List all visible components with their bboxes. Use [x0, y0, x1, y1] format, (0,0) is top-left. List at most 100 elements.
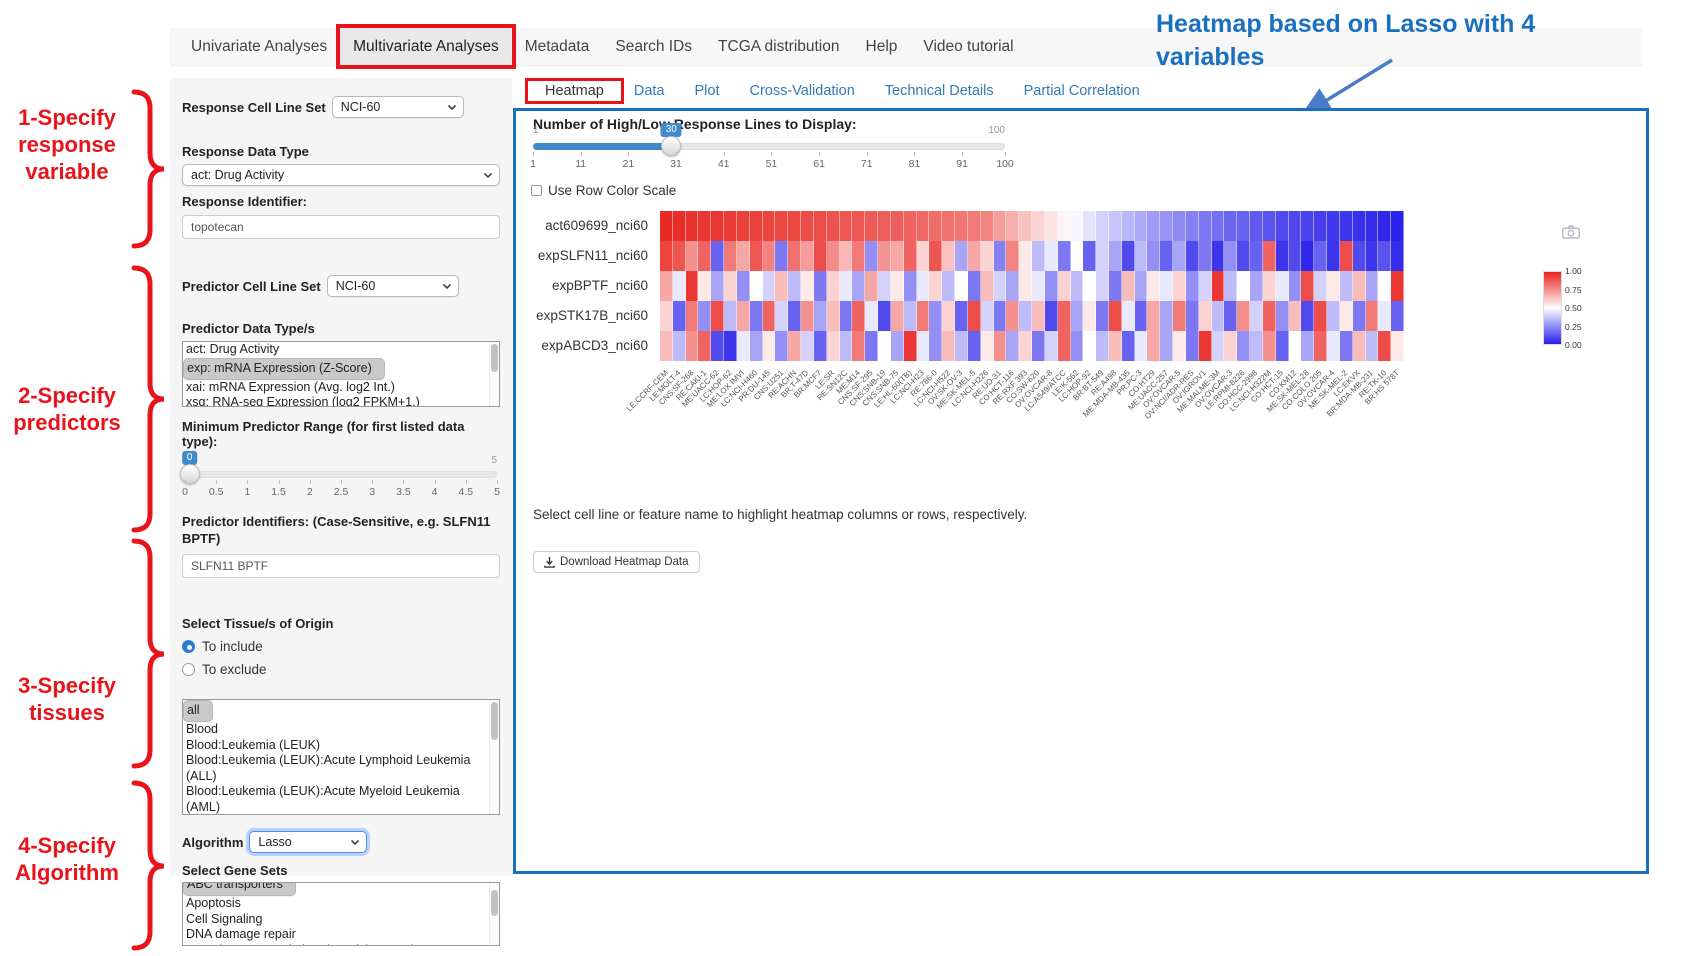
heatmap-cell[interactable] [929, 211, 942, 241]
heatmap-cell[interactable] [1314, 301, 1327, 331]
heatmap-cell[interactable] [1160, 301, 1173, 331]
heatmap-cell[interactable] [1340, 331, 1353, 361]
heatmap-cell[interactable] [763, 301, 776, 331]
heatmap-cell[interactable] [1147, 301, 1160, 331]
heatmap-cell[interactable] [724, 271, 737, 301]
heatmap-cell[interactable] [981, 211, 994, 241]
heatmap-cell[interactable] [878, 241, 891, 271]
heatmap-cell[interactable] [1340, 241, 1353, 271]
heatmap-cell[interactable] [814, 211, 827, 241]
heatmap-cell[interactable] [1327, 211, 1340, 241]
heatmap-cell[interactable] [1045, 331, 1058, 361]
heatmap-cell[interactable] [1327, 301, 1340, 331]
heatmap-cell[interactable] [1199, 331, 1212, 361]
heatmap-cell[interactable] [1186, 301, 1199, 331]
heatmap-cell[interactable] [1327, 241, 1340, 271]
algorithm-select[interactable]: Lasso [249, 831, 367, 853]
heatmap-cell[interactable] [865, 211, 878, 241]
heatmap-cell[interactable] [1391, 211, 1404, 241]
heatmap-cell[interactable] [1032, 271, 1045, 301]
heatmap-cell[interactable] [1147, 271, 1160, 301]
heatmap-cell[interactable] [1045, 241, 1058, 271]
heatmap-cell[interactable] [1135, 271, 1148, 301]
heatmap-cell[interactable] [801, 211, 814, 241]
heatmap-cell[interactable] [1276, 211, 1289, 241]
tissue-include-radio[interactable]: To include [182, 639, 500, 654]
heatmap-cell[interactable] [955, 331, 968, 361]
heatmap-cell[interactable] [1199, 271, 1212, 301]
heatmap-cell[interactable] [814, 241, 827, 271]
heatmap-cell[interactable] [1058, 241, 1071, 271]
heatmap-cell[interactable] [1391, 271, 1404, 301]
heatmap-cell[interactable] [840, 211, 853, 241]
heatmap-cell[interactable] [852, 271, 865, 301]
heatmap-cell[interactable] [1058, 331, 1071, 361]
heatmap-cell[interactable] [929, 271, 942, 301]
heatmap-cell[interactable] [1122, 211, 1135, 241]
heatmap-cell[interactable] [1366, 301, 1379, 331]
heatmap-row-label-expstk17b-nci60[interactable]: expSTK17B_nci60 [516, 301, 654, 331]
heatmap-cell[interactable] [1301, 211, 1314, 241]
response-cell-line-set-select[interactable]: NCI-60 [332, 96, 464, 118]
heatmap-cell[interactable] [1083, 301, 1096, 331]
heatmap-cell[interactable] [1006, 271, 1019, 301]
subtab-heatmap[interactable]: Heatmap [530, 83, 619, 99]
heatmap-cell[interactable] [1096, 271, 1109, 301]
heatmap-cell[interactable] [929, 241, 942, 271]
heatmap-cell[interactable] [775, 211, 788, 241]
heatmap-cell[interactable] [1019, 331, 1032, 361]
heatmap-cell[interactable] [840, 331, 853, 361]
heatmap-cell[interactable] [994, 271, 1007, 301]
download-heatmap-data-button[interactable]: Download Heatmap Data [533, 551, 700, 573]
heatmap-cell[interactable] [827, 211, 840, 241]
heatmap-cell[interactable] [673, 241, 686, 271]
heatmap-cell[interactable] [660, 331, 673, 361]
heatmap-cell[interactable] [942, 211, 955, 241]
heatmap-cell[interactable] [1263, 271, 1276, 301]
heatmap-cell[interactable] [1224, 211, 1237, 241]
heatmap-cell[interactable] [891, 271, 904, 301]
heatmap-cell[interactable] [686, 301, 699, 331]
heatmap-cell[interactable] [660, 241, 673, 271]
heatmap-cell[interactable] [981, 271, 994, 301]
heatmap-cell[interactable] [904, 241, 917, 271]
heatmap-cell[interactable] [711, 301, 724, 331]
nav-tab-univariate-analyses[interactable]: Univariate Analyses [178, 28, 340, 65]
heatmap-cell[interactable] [981, 241, 994, 271]
heatmap-cell[interactable] [1135, 301, 1148, 331]
heatmap-cell[interactable] [711, 271, 724, 301]
option-xsq-rna-seq-expression-log2-fpkm-1[interactable]: xsq: RNA-seq Expression (log2 FPKM+1.) [183, 395, 499, 407]
heatmap-cell[interactable] [1289, 271, 1302, 301]
option-abc-transporters[interactable]: ABC transporters [183, 882, 296, 896]
heatmap-cell[interactable] [750, 331, 763, 361]
heatmap-cell[interactable] [1289, 241, 1302, 271]
heatmap-cell[interactable] [968, 211, 981, 241]
heatmap-cell[interactable] [750, 241, 763, 271]
heatmap-cell[interactable] [917, 271, 930, 301]
heatmap-cell[interactable] [1173, 211, 1186, 241]
heatmap-cell[interactable] [891, 301, 904, 331]
heatmap-cell[interactable] [904, 271, 917, 301]
heatmap-cell[interactable] [1071, 211, 1084, 241]
heatmap-cell[interactable] [686, 211, 699, 241]
heatmap-cell[interactable] [1327, 271, 1340, 301]
heatmap-cell[interactable] [1212, 211, 1225, 241]
heatmap-cell[interactable] [1289, 211, 1302, 241]
heatmap-cell[interactable] [1353, 331, 1366, 361]
heatmap-cell[interactable] [1276, 331, 1289, 361]
heatmap-cell[interactable] [1160, 241, 1173, 271]
option-blood-leukemia-leuk[interactable]: Blood:Leukemia (LEUK) [183, 738, 499, 754]
heatmap-cell[interactable] [1263, 211, 1276, 241]
heatmap-cell[interactable] [1276, 271, 1289, 301]
heatmap-cell[interactable] [878, 301, 891, 331]
heatmap-cell[interactable] [1147, 331, 1160, 361]
heatmap-cell[interactable] [1160, 271, 1173, 301]
heatmap-cell[interactable] [968, 241, 981, 271]
heatmap-cell[interactable] [1301, 271, 1314, 301]
predictor-cell-line-set-select[interactable]: NCI-60 [327, 275, 459, 297]
heatmap-cell[interactable] [1006, 241, 1019, 271]
heatmap-cell[interactable] [737, 271, 750, 301]
heatmap-cell[interactable] [1147, 211, 1160, 241]
heatmap-cell[interactable] [698, 211, 711, 241]
heatmap-cell[interactable] [955, 211, 968, 241]
